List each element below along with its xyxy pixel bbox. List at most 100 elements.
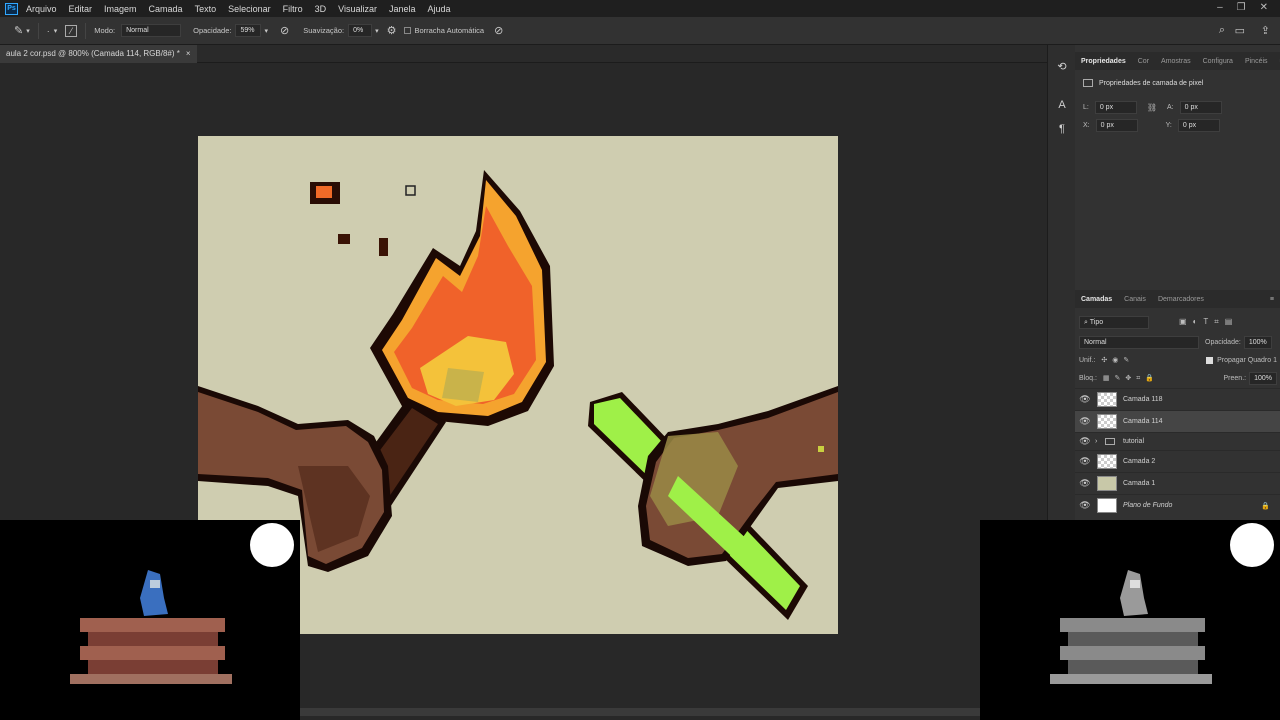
tab-brushes[interactable]: Pincéis: [1245, 58, 1268, 65]
search-icon[interactable]: ⌕: [1219, 24, 1225, 37]
menu-item[interactable]: Camada: [149, 4, 183, 14]
mode-label: Modo:: [94, 26, 116, 35]
chevron-down-icon[interactable]: ▾: [264, 27, 268, 35]
tab-color[interactable]: Cor: [1138, 58, 1149, 65]
right-panels: Propriedades Cor Amostras Configura Pinc…: [1075, 45, 1280, 520]
folder-icon: [1105, 438, 1115, 445]
gear-icon[interactable]: ⚙: [387, 24, 397, 37]
pressure-opacity-icon[interactable]: ⊘: [280, 24, 289, 37]
layer-name: Camada 2: [1123, 458, 1156, 465]
visibility-eye-icon[interactable]: 👁: [1075, 500, 1095, 511]
layer-name: Camada 118: [1123, 396, 1163, 403]
restore-icon[interactable]: ❐: [1237, 2, 1246, 13]
tab-settings[interactable]: Configura: [1203, 58, 1233, 65]
layers-tabs: Camadas Canais Demarcadores ≡: [1075, 290, 1280, 308]
visibility-eye-icon[interactable]: 👁: [1075, 456, 1095, 467]
auto-erase-checkbox[interactable]: [404, 27, 412, 34]
brush-panel-icon[interactable]: ⁄: [65, 24, 78, 37]
brush-size-icon[interactable]: ·: [47, 26, 50, 36]
chevron-down-icon[interactable]: ▾: [26, 27, 30, 35]
overlay-right: [980, 520, 1280, 720]
x-input[interactable]: 0 px: [1095, 118, 1138, 132]
unify-icons[interactable]: ✣◉✎: [1101, 356, 1134, 364]
x-label: X:: [1083, 121, 1090, 129]
chevron-right-icon[interactable]: ›: [1095, 438, 1105, 445]
pixel-highlight: [818, 446, 824, 452]
tab-swatches[interactable]: Amostras: [1161, 58, 1191, 65]
close-window-icon[interactable]: ✕: [1260, 2, 1268, 13]
ember: [338, 234, 350, 244]
pressure-size-icon[interactable]: ⊘: [494, 24, 503, 37]
layer-group-row[interactable]: 👁 › tutorial: [1075, 432, 1280, 450]
menu-item[interactable]: Visualizar: [338, 4, 377, 14]
smoothing-input[interactable]: 0%: [348, 24, 373, 37]
layer-opacity-label: Opacidade:: [1205, 338, 1241, 346]
menu-item[interactable]: Ajuda: [428, 4, 451, 14]
minimize-icon[interactable]: –: [1217, 2, 1223, 13]
horizontal-scrollbar[interactable]: [300, 708, 980, 716]
propagate-checkbox[interactable]: [1206, 356, 1214, 364]
wizard-sprite-color: [70, 570, 232, 684]
filter-type-icons[interactable]: ▣◐T⌗▤: [1179, 317, 1238, 327]
history-icon[interactable]: ⟲: [1048, 55, 1076, 79]
lock-label: Bloq.:: [1079, 374, 1097, 382]
size-row: L: 0 px ⛓ A: 0 px: [1075, 98, 1280, 116]
propagate-label: Propagar Quadro 1: [1217, 356, 1277, 364]
paragraph-icon[interactable]: ¶: [1048, 117, 1076, 141]
mode-select[interactable]: Normal: [121, 24, 182, 37]
fill-label: Preen.:: [1223, 374, 1247, 382]
opacity-input[interactable]: 59%: [235, 24, 262, 37]
width-input[interactable]: 0 px: [1094, 100, 1137, 114]
layer-name: Camada 114: [1123, 418, 1163, 425]
visibility-eye-icon[interactable]: 👁: [1075, 436, 1095, 447]
document-tab[interactable]: aula 2 cor.psd @ 800% (Camada 114, RGB/8…: [0, 45, 197, 63]
tab-paths[interactable]: Demarcadores: [1158, 296, 1204, 303]
layer-row[interactable]: 👁 Camada 118: [1075, 388, 1280, 410]
chevron-down-icon[interactable]: ▾: [54, 27, 58, 35]
overlay-left: [0, 520, 300, 720]
blend-mode-select[interactable]: Normal: [1079, 335, 1199, 349]
layer-row[interactable]: 👁 Camada 2: [1075, 450, 1280, 472]
lock-icons[interactable]: ▦✎✥⌗🔒: [1103, 374, 1159, 383]
tab-channels[interactable]: Canais: [1124, 296, 1146, 303]
share-icon[interactable]: ⇪: [1261, 24, 1270, 37]
chevron-down-icon[interactable]: ▾: [375, 27, 379, 35]
layer-opacity-input[interactable]: 100%: [1243, 335, 1272, 349]
tab-properties[interactable]: Propriedades: [1081, 58, 1126, 65]
layer-thumbnail: [1097, 498, 1117, 513]
flame-core-shade: [442, 368, 484, 402]
height-input[interactable]: 0 px: [1179, 100, 1222, 114]
workspace-icon[interactable]: ▭: [1235, 24, 1245, 37]
layer-filter-select[interactable]: ⌕ Tipo: [1079, 315, 1149, 329]
fill-input[interactable]: 100%: [1249, 371, 1277, 385]
layer-row-selected[interactable]: 👁 Camada 114: [1075, 410, 1280, 432]
menu-item[interactable]: 3D: [315, 4, 327, 14]
character-icon[interactable]: A: [1048, 93, 1076, 117]
y-input[interactable]: 0 px: [1177, 118, 1220, 132]
y-label: Y:: [1165, 121, 1172, 129]
menu-item[interactable]: Filtro: [283, 4, 303, 14]
tab-layers[interactable]: Camadas: [1081, 296, 1112, 303]
visibility-eye-icon[interactable]: 👁: [1075, 416, 1095, 427]
layer-name: Plano de Fundo: [1123, 502, 1173, 509]
layers-list: 👁 Camada 118 👁 Camada 114 👁 › tutorial 👁…: [1075, 388, 1280, 516]
panel-menu-icon[interactable]: ≡: [1270, 296, 1274, 303]
menu-item[interactable]: Janela: [389, 4, 416, 14]
visibility-eye-icon[interactable]: 👁: [1075, 478, 1095, 489]
photoshop-logo-icon: Ps: [5, 2, 18, 15]
link-icon[interactable]: ⛓: [1147, 103, 1157, 112]
visibility-eye-icon[interactable]: 👁: [1075, 394, 1095, 405]
menu-item[interactable]: Texto: [195, 4, 217, 14]
layer-row[interactable]: 👁 Plano de Fundo 🔒: [1075, 494, 1280, 516]
webcam-dot: [250, 523, 294, 567]
ember: [379, 238, 388, 256]
pencil-tool-icon[interactable]: ✎: [14, 24, 23, 37]
opacity-label: Opacidade:: [193, 26, 232, 35]
menu-item[interactable]: Editar: [69, 4, 93, 14]
menu-item[interactable]: Selecionar: [228, 4, 271, 14]
menu-item[interactable]: Imagem: [104, 4, 137, 14]
menu-bar: Ps Arquivo Editar Imagem Camada Texto Se…: [0, 0, 1280, 17]
close-tab-icon[interactable]: ×: [186, 45, 191, 63]
menu-item[interactable]: Arquivo: [26, 4, 57, 14]
layer-row[interactable]: 👁 Camada 1: [1075, 472, 1280, 494]
